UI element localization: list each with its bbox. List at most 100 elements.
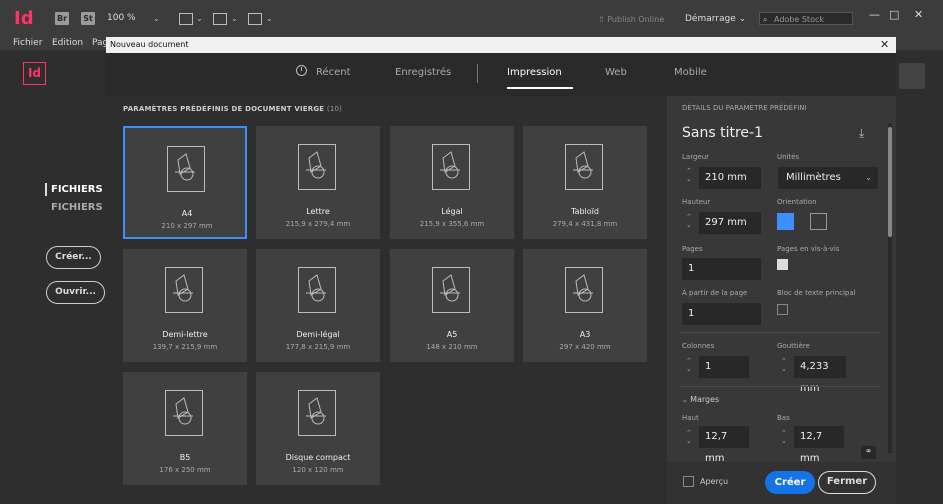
app-title-bar: Id Br St 100 % ⌄ ⌄ ⌄ ⌄ ⇧ Publish Online …	[0, 0, 943, 36]
preset-card[interactable]: A4 210 x 297 mm	[123, 126, 247, 239]
details-scroll-thumb[interactable]	[888, 127, 892, 237]
chevron-down-icon[interactable]: ⌄	[153, 14, 160, 23]
preset-card[interactable]: B5 176 x 250 mm	[123, 372, 247, 485]
tab-recent[interactable]: Récent	[316, 67, 351, 78]
bottom-margin-stepper[interactable]: ⌃ ⌄	[781, 429, 787, 445]
margins-toggle[interactable]: ⌄ Marges	[682, 395, 719, 404]
create-button[interactable]: Créer	[765, 471, 815, 494]
tab-print[interactable]: Impression	[507, 67, 562, 78]
maximize-icon[interactable]: □	[889, 8, 899, 21]
link-margins-icon[interactable]: ⚭	[861, 446, 876, 459]
preset-card[interactable]: Demi-lettre 139,7 x 215,9 mm	[123, 249, 247, 362]
bridge-icon[interactable]: Br	[55, 12, 69, 25]
columns-label: Colonnes	[682, 342, 715, 350]
preset-size: 139,7 x 215,9 mm	[152, 343, 218, 351]
preset-size: 120 x 120 mm	[292, 466, 344, 474]
preset-card[interactable]: A5 148 x 210 mm	[390, 249, 514, 362]
chevron-down-icon: ⌄	[865, 173, 872, 182]
tab-mobile[interactable]: Mobile	[674, 67, 707, 78]
preset-name: Lettre	[306, 207, 330, 216]
chevron-down-icon[interactable]: ⌄	[231, 14, 238, 23]
publish-online-button[interactable]: ⇧ Publish Online	[598, 15, 664, 24]
preset-size: 279,4 x 431,8 mm	[552, 220, 618, 228]
landscape-orientation-icon[interactable]	[810, 213, 827, 230]
cc-files-label[interactable]: FICHIERS C	[51, 202, 114, 213]
preset-size: 177,8 x 215,9 mm	[285, 343, 351, 351]
preset-card[interactable]: Lettre 215,9 x 279,4 mm	[256, 126, 380, 239]
stock-icon[interactable]: St	[81, 12, 95, 25]
arrange-documents-icon[interactable]	[248, 13, 262, 25]
tab-separator	[477, 64, 478, 83]
close-window-icon[interactable]: ✕	[914, 8, 923, 21]
document-preset-icon	[298, 390, 336, 436]
menu-fichier[interactable]: Fichier	[13, 38, 42, 48]
preset-card[interactable]: Disque compact 120 x 120 mm	[256, 372, 380, 485]
height-label: Hauteur	[682, 198, 711, 206]
width-stepper[interactable]: ⌃ ⌄	[686, 167, 692, 183]
orientation-label: Orientation	[777, 198, 817, 206]
width-input[interactable]: 210 mm	[699, 167, 761, 189]
open-button-bg[interactable]: Ouvrir...	[46, 281, 105, 304]
gutter-input[interactable]: 4,233 mm	[794, 356, 846, 394]
document-preset-icon	[165, 267, 203, 313]
divider	[680, 332, 880, 333]
facing-pages-checkbox[interactable]	[777, 259, 788, 270]
preview-label: Aperçu	[700, 477, 729, 486]
category-tabs	[106, 53, 896, 96]
divider	[680, 386, 880, 387]
save-preset-icon[interactable]: ⤓	[859, 126, 864, 141]
minimize-icon[interactable]: —	[869, 8, 880, 21]
portrait-orientation-icon[interactable]	[777, 213, 794, 230]
units-label: Unités	[777, 153, 800, 161]
preset-card[interactable]: Demi-légal 177,8 x 215,9 mm	[256, 249, 380, 362]
start-page-input[interactable]: 1	[682, 303, 761, 325]
height-stepper[interactable]: ⌃ ⌄	[686, 213, 692, 229]
gutter-stepper[interactable]: ⌃ ⌄	[781, 357, 787, 373]
adobe-stock-search[interactable]: ⌕ Adobe Stock	[759, 12, 853, 25]
pages-input[interactable]: 1	[682, 258, 761, 280]
workspace-switcher[interactable]: Démarrage ⌄	[685, 14, 746, 24]
close-icon[interactable]: ✕	[880, 38, 889, 51]
preset-size: 148 x 210 mm	[426, 343, 478, 351]
tab-web[interactable]: Web	[605, 67, 627, 78]
preset-card[interactable]: Tabloïd 279,4 x 431,8 mm	[523, 126, 647, 239]
document-preset-icon	[565, 267, 603, 313]
document-name[interactable]: Sans titre-1	[682, 125, 763, 141]
preset-name: Demi-légal	[296, 330, 340, 339]
columns-input[interactable]: 1	[699, 356, 749, 378]
units-select[interactable]: Millimètres ⌄	[778, 167, 878, 189]
tab-saved[interactable]: Enregistrés	[395, 67, 451, 78]
bottom-margin-input[interactable]: 12,7 mm	[794, 426, 844, 464]
create-button-bg[interactable]: Créer...	[46, 246, 101, 269]
preview-checkbox[interactable]	[683, 476, 694, 487]
primary-text-frame-label: Bloc de texte principal	[777, 289, 856, 297]
document-preset-icon	[432, 267, 470, 313]
columns-stepper[interactable]: ⌃ ⌄	[686, 357, 692, 373]
preset-card[interactable]: Légal 215,9 x 355,6 mm	[390, 126, 514, 239]
document-preset-icon	[565, 144, 603, 190]
close-button[interactable]: Fermer	[818, 471, 876, 494]
view-options-icon[interactable]	[179, 13, 193, 25]
gutter-label: Gouttière	[777, 342, 810, 350]
height-input[interactable]: 297 mm	[699, 212, 761, 234]
document-preset-icon	[298, 267, 336, 313]
menu-edition[interactable]: Edition	[52, 38, 83, 48]
zoom-level[interactable]: 100 %	[107, 13, 136, 23]
preset-card[interactable]: A3 297 x 420 mm	[523, 249, 647, 362]
recent-marker	[45, 183, 47, 196]
top-margin-input[interactable]: 12,7 mm	[699, 426, 749, 464]
chevron-down-icon[interactable]: ⌄	[266, 14, 273, 23]
chevron-down-icon[interactable]: ⌄	[196, 14, 203, 23]
document-preset-icon	[167, 146, 205, 192]
preset-name: Disque compact	[285, 453, 351, 462]
preset-size: 297 x 420 mm	[559, 343, 611, 351]
preset-name: A3	[579, 330, 591, 339]
dialog-title-bar: Nouveau document ✕	[106, 37, 896, 53]
search-icon: ⌕	[763, 15, 768, 24]
primary-text-frame-checkbox[interactable]	[777, 304, 788, 315]
top-margin-label: Haut	[682, 414, 699, 422]
top-margin-stepper[interactable]: ⌃ ⌄	[686, 429, 692, 445]
screen-mode-icon[interactable]	[213, 13, 227, 25]
clock-icon	[296, 65, 307, 76]
preset-size: 215,9 x 355,6 mm	[419, 220, 485, 228]
